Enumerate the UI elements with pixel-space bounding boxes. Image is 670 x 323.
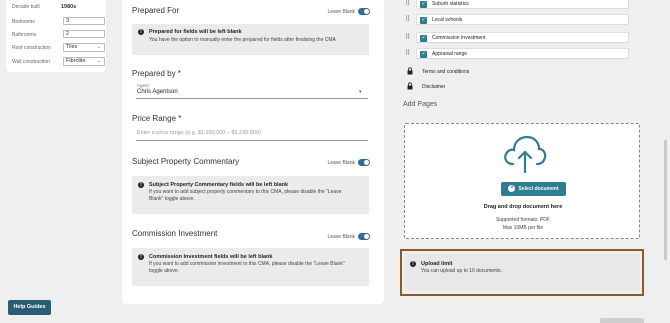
info-icon: ! [410, 261, 416, 267]
supported-formats: Supported formats: PDF [496, 217, 550, 223]
drag-handle-icon[interactable]: ⠿ [405, 0, 413, 8]
commentary-info: ! Subject Property Commentary fields wil… [132, 176, 369, 214]
page-item-local-schools[interactable]: ✓ Local schools [416, 14, 629, 25]
prepared-for-leave-blank[interactable]: Leave Blank [327, 8, 370, 15]
checkbox-checked-icon[interactable]: ✓ [420, 35, 427, 42]
drag-handle-icon[interactable]: ⠿ [405, 16, 413, 24]
prepared-for-title: Prepared For [132, 6, 180, 15]
page-item-label: Suburb statistics [432, 1, 469, 7]
bedrooms-label: Bedrooms [12, 19, 35, 25]
upload-limit-notice: ! Upload limit You can upload up to 10 d… [400, 249, 644, 296]
page-item-suburb-statistics[interactable]: ✓ Suburb statistics [416, 0, 629, 9]
commentary-leave-blank[interactable]: Leave Blank [327, 159, 370, 166]
max-size: Max 10MB per file [502, 225, 544, 231]
prepared-for-info: ! Prepared for fields will be left blank… [132, 24, 369, 55]
chevron-down-icon: ⌄ [96, 58, 101, 64]
cloud-upload-icon [504, 135, 547, 174]
locked-page-label: Disclaimer [422, 84, 446, 90]
commentary-title: Subject Property Commentary [132, 157, 240, 166]
add-pages-title: Add Pages [403, 101, 438, 108]
checkbox-checked-icon[interactable]: ✓ [420, 17, 427, 24]
commission-title: Commission Investment [132, 229, 218, 238]
bathrooms-label: Bathrooms [12, 32, 37, 38]
plus-icon: + [508, 185, 516, 193]
agent-value: Chris Agentson [137, 89, 178, 95]
leave-blank-label: Leave Blank [327, 8, 355, 15]
cma-form-panel: Prepared For Leave Blank ! Prepared for … [122, 0, 384, 304]
prepared-by-title: Prepared by * [132, 69, 181, 78]
price-range-input[interactable]: Enter a price range (e.g. $1,100,000 – $… [137, 130, 261, 136]
scrollbar[interactable] [664, 140, 667, 260]
footer-button[interactable] [600, 318, 644, 323]
info-title: Prepared for fields will be left blank [149, 29, 242, 35]
document-dropzone[interactable]: + Select document Drag and drop document … [404, 123, 640, 239]
roof-label: Roof construction [12, 45, 51, 51]
bedrooms-input[interactable]: 3 [63, 17, 105, 25]
drag-handle-icon[interactable]: ⠿ [405, 50, 413, 58]
leave-blank-label: Leave Blank [327, 233, 355, 240]
property-details-panel: Decade built 1980s Bedrooms 3 Bathrooms … [6, 0, 106, 72]
page-item-label: Commission Investment [432, 35, 486, 41]
caret-down-icon: ▾ [359, 89, 362, 95]
commission-leave-blank[interactable]: Leave Blank [327, 233, 370, 240]
roof-value: Tiles [66, 44, 78, 50]
upload-limit-body: You can upload up to 10 documents. [421, 268, 502, 274]
page-item-label: Local schools [432, 17, 463, 23]
checkbox-checked-icon[interactable]: ✓ [420, 1, 427, 8]
info-title: Commission Investment fields will be lef… [149, 254, 273, 260]
lock-icon [407, 82, 413, 90]
bathrooms-value: 2 [66, 31, 70, 37]
page-item-label: Appraisal range [432, 51, 468, 57]
bedrooms-value: 3 [66, 18, 70, 24]
agent-label: Agent [137, 83, 149, 88]
info-title: Subject Property Commentary fields will … [149, 182, 289, 188]
commission-info: ! Commission Investment fields will be l… [132, 248, 369, 286]
agent-underline [136, 98, 368, 99]
roof-select[interactable]: Tiles ⌄ [63, 43, 105, 52]
wall-label: Wall construction [12, 59, 50, 65]
leave-blank-label: Leave Blank [327, 159, 355, 166]
pages-panel: ⠿ ✓ Suburb statistics ⠿ ✓ Local schools … [396, 0, 656, 323]
leave-blank-toggle[interactable] [358, 233, 370, 240]
page-item-appraisal-range[interactable]: ✓ Appraisal range [416, 48, 629, 59]
leave-blank-toggle[interactable] [358, 159, 370, 166]
decade-label: Decade built [12, 4, 40, 10]
price-range-title: Price Range * [132, 114, 182, 123]
locked-page-label: Terms and conditions [422, 69, 470, 75]
price-range-underline [136, 140, 368, 141]
chevron-down-icon: ⌄ [96, 44, 101, 50]
drag-drop-title: Drag and drop document here [483, 204, 563, 210]
bathrooms-input[interactable]: 2 [63, 30, 105, 38]
drag-handle-icon[interactable]: ⠿ [405, 34, 413, 42]
leave-blank-toggle[interactable] [358, 8, 370, 15]
info-body: If you want to add commission investment… [149, 261, 345, 274]
checkbox-checked-icon[interactable]: ✓ [420, 51, 427, 58]
lock-icon [407, 67, 413, 75]
info-body: You have the option to manually enter th… [149, 37, 336, 43]
wall-select[interactable]: Fibrolite ⌄ [63, 57, 105, 66]
help-guides-button[interactable]: Help Guides [8, 300, 51, 315]
info-body: If you want to add subject property comm… [149, 189, 342, 202]
upload-limit-box: ! Upload limit You can upload up to 10 d… [404, 254, 640, 291]
page-item-commission-investment[interactable]: ✓ Commission Investment [416, 32, 629, 43]
info-icon: ! [138, 182, 144, 188]
select-document-label: Select document [518, 186, 559, 192]
select-document-button[interactable]: + Select document [501, 182, 566, 196]
info-icon: ! [138, 254, 144, 260]
upload-limit-title: Upload limit [421, 261, 453, 267]
decade-value: 1980s [61, 4, 77, 10]
wall-value: Fibrolite [66, 58, 86, 64]
info-icon: ! [138, 29, 144, 35]
